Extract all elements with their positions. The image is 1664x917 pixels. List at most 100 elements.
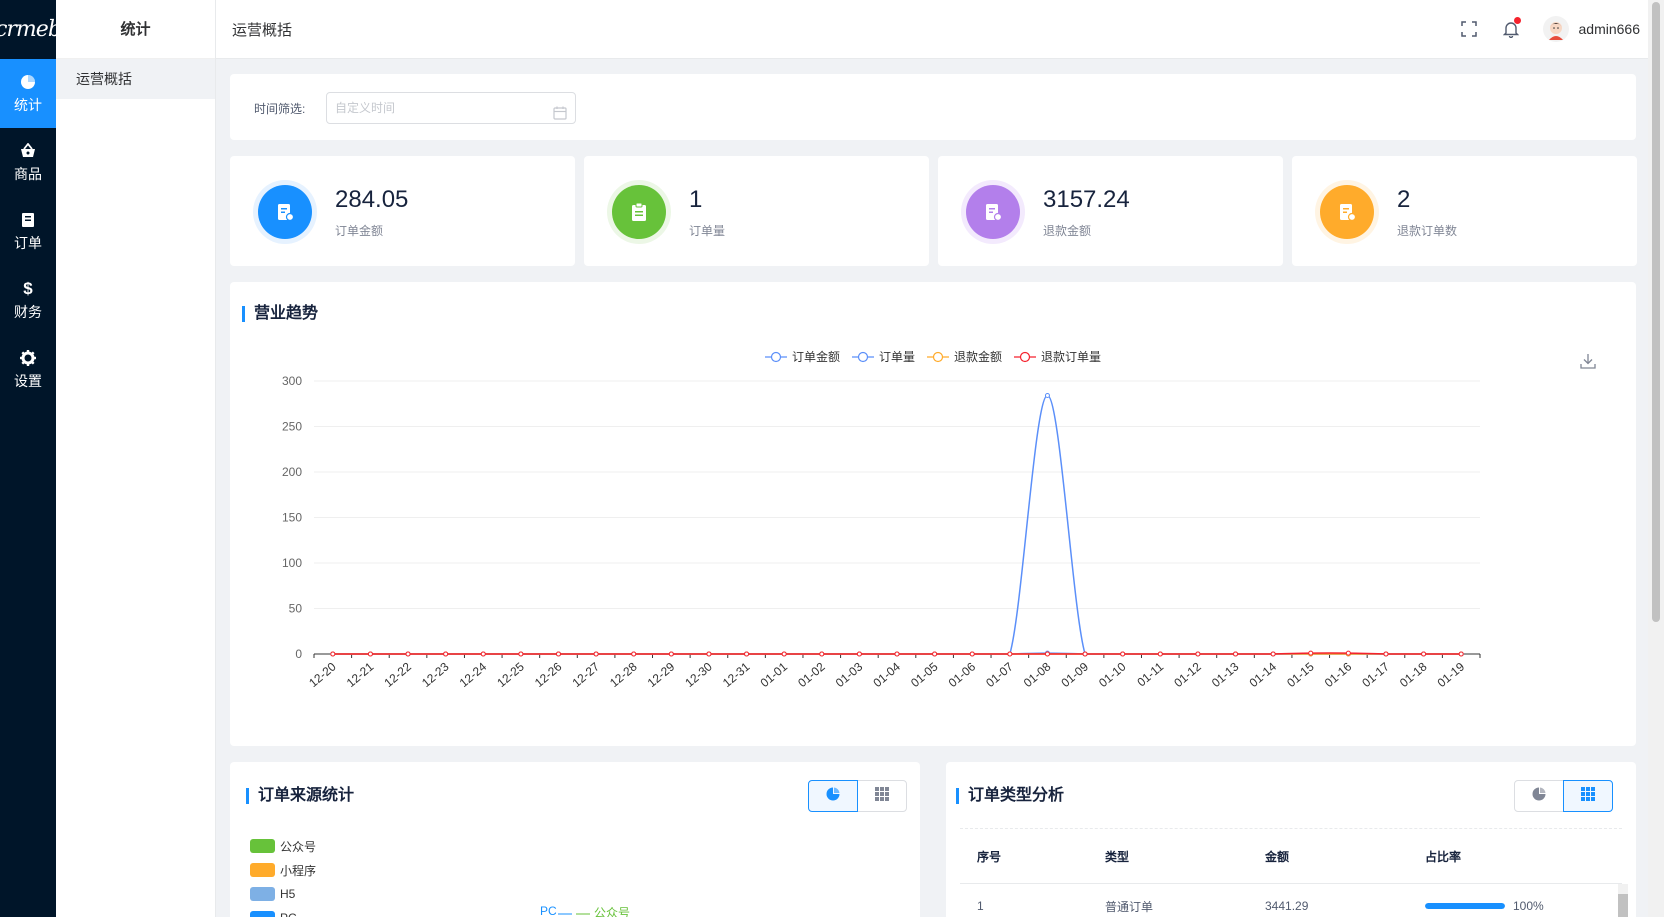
rail-item-label: 统计 <box>14 96 42 113</box>
top-header: 运营概括 admin666 <box>216 0 1648 59</box>
pie-chart-icon <box>19 73 37 91</box>
data-point <box>593 651 599 657</box>
legend-label: PC <box>280 911 297 917</box>
data-point <box>706 651 712 657</box>
data-point <box>1345 650 1351 656</box>
pie-label-connector <box>558 913 590 915</box>
y-tick-label: 300 <box>282 374 302 388</box>
cell-index: 1 <box>977 899 984 913</box>
data-point <box>856 651 862 657</box>
rail-item-statistics[interactable]: 统计 <box>0 59 56 128</box>
grid-icon <box>1581 786 1595 806</box>
data-point <box>1157 651 1163 657</box>
cell-ratio: 100% <box>1425 899 1622 913</box>
column-header: 类型 <box>1105 849 1130 864</box>
x-tick-label: 01-04 <box>870 659 903 690</box>
pie-view-button[interactable] <box>808 780 858 812</box>
rail-item-label: 设置 <box>14 372 42 389</box>
data-point <box>555 651 561 657</box>
x-tick-label: 01-09 <box>1058 659 1091 690</box>
ratio-bar <box>1425 903 1505 909</box>
table-scrollbar[interactable] <box>1618 884 1628 917</box>
x-tick-label: 12-25 <box>494 659 527 690</box>
sidebar-item-overview[interactable]: 运营概括 <box>56 59 215 99</box>
data-point <box>405 651 411 657</box>
x-tick-label: 01-16 <box>1322 659 1355 690</box>
ratio-text: 100% <box>1513 899 1544 913</box>
y-tick-label: 150 <box>282 511 302 525</box>
filter-panel: 时间筛选: 自定义时间 <box>230 74 1636 140</box>
sub-sidebar: 统计 运营概括 <box>56 0 216 917</box>
rail-item-products[interactable]: 商品 <box>0 128 56 197</box>
page-scrollbar[interactable] <box>1648 0 1664 917</box>
data-point <box>480 651 486 657</box>
x-tick-label: 01-18 <box>1397 659 1430 690</box>
notification-dot <box>1513 17 1521 24</box>
stat-value: 284.05 <box>335 186 409 213</box>
rail-item-finance[interactable]: $ 财务 <box>0 266 56 335</box>
stat-card-order-count: 1 订单量 <box>584 156 929 266</box>
cell-type: 普通订单 <box>1105 899 1154 914</box>
refund-order-icon <box>1320 185 1374 239</box>
x-tick-label: 12-22 <box>381 659 414 690</box>
x-tick-label: 12-27 <box>570 659 603 690</box>
gear-icon <box>19 349 37 367</box>
grid-icon <box>875 786 889 806</box>
stat-card-refund-orders: 2 退款订单数 <box>1292 156 1637 266</box>
table-view-button[interactable] <box>857 780 907 812</box>
x-tick-label: 01-15 <box>1284 659 1317 690</box>
data-point <box>781 651 787 657</box>
stat-label: 订单金额 <box>335 224 384 238</box>
legend-item[interactable]: 公众号 <box>250 834 316 858</box>
table-row[interactable]: 1 普通订单 3441.29 100% <box>960 884 1622 917</box>
date-range-placeholder: 自定义时间 <box>335 101 396 115</box>
fullscreen-icon[interactable] <box>1459 19 1479 39</box>
sidebar-title: 统计 <box>56 0 215 59</box>
data-point <box>1421 651 1427 657</box>
x-tick-label: 12-26 <box>532 659 565 690</box>
data-point <box>668 651 674 657</box>
date-range-input[interactable]: 自定义时间 <box>326 92 576 124</box>
column-header: 金额 <box>1265 849 1290 864</box>
x-tick-label: 01-17 <box>1359 659 1392 690</box>
x-tick-label: 12-20 <box>306 659 339 690</box>
data-point <box>932 651 938 657</box>
column-header: 序号 <box>977 849 1002 864</box>
table-view-button[interactable] <box>1563 780 1613 812</box>
pie-view-button[interactable] <box>1514 780 1564 812</box>
series-line <box>332 394 1462 655</box>
pie-label-pc: PC <box>540 904 557 917</box>
data-point <box>1120 651 1126 657</box>
x-tick-label: 12-29 <box>645 659 678 690</box>
legend-item[interactable]: H5 <box>250 882 316 906</box>
x-tick-label: 01-07 <box>983 659 1016 690</box>
data-point <box>819 651 825 657</box>
data-point <box>1458 651 1464 657</box>
x-tick-label: 01-03 <box>833 659 866 690</box>
logo: crmeb <box>0 17 62 42</box>
username[interactable]: admin666 <box>1579 21 1641 37</box>
legend-item[interactable]: PC <box>250 906 316 917</box>
x-tick-label: 12-23 <box>419 659 452 690</box>
bell-icon[interactable] <box>1501 17 1521 39</box>
legend-swatch <box>250 887 275 901</box>
legend-item[interactable]: 小程序 <box>250 858 316 882</box>
stat-label: 退款金额 <box>1043 224 1092 238</box>
pie-chart-icon <box>1532 787 1546 806</box>
clipboard-icon <box>612 185 666 239</box>
x-tick-label: 01-05 <box>908 659 941 690</box>
main-nav-rail: crmeb 统计 商品 订单 $ 财务 设置 <box>0 0 62 917</box>
avatar[interactable] <box>1542 16 1569 42</box>
x-tick-label: 01-01 <box>758 659 791 690</box>
business-trend-panel: 营业趋势 订单金额 订单量 退款金额 退款订单量 0 50 100 150 200 250 300… <box>230 282 1636 746</box>
legend-swatch <box>250 911 275 917</box>
rail-item-settings[interactable]: 设置 <box>0 335 56 404</box>
rail-item-orders[interactable]: 订单 <box>0 197 56 266</box>
data-point <box>1233 651 1239 657</box>
stat-label: 退款订单数 <box>1397 224 1458 238</box>
stat-label: 订单量 <box>689 224 726 238</box>
pie-label-wechat: 公众号 <box>594 906 631 917</box>
x-tick-label: 01-08 <box>1021 659 1054 690</box>
source-legend: 公众号 小程序 H5 PC <box>250 834 316 917</box>
rail-item-label: 订单 <box>14 234 42 251</box>
